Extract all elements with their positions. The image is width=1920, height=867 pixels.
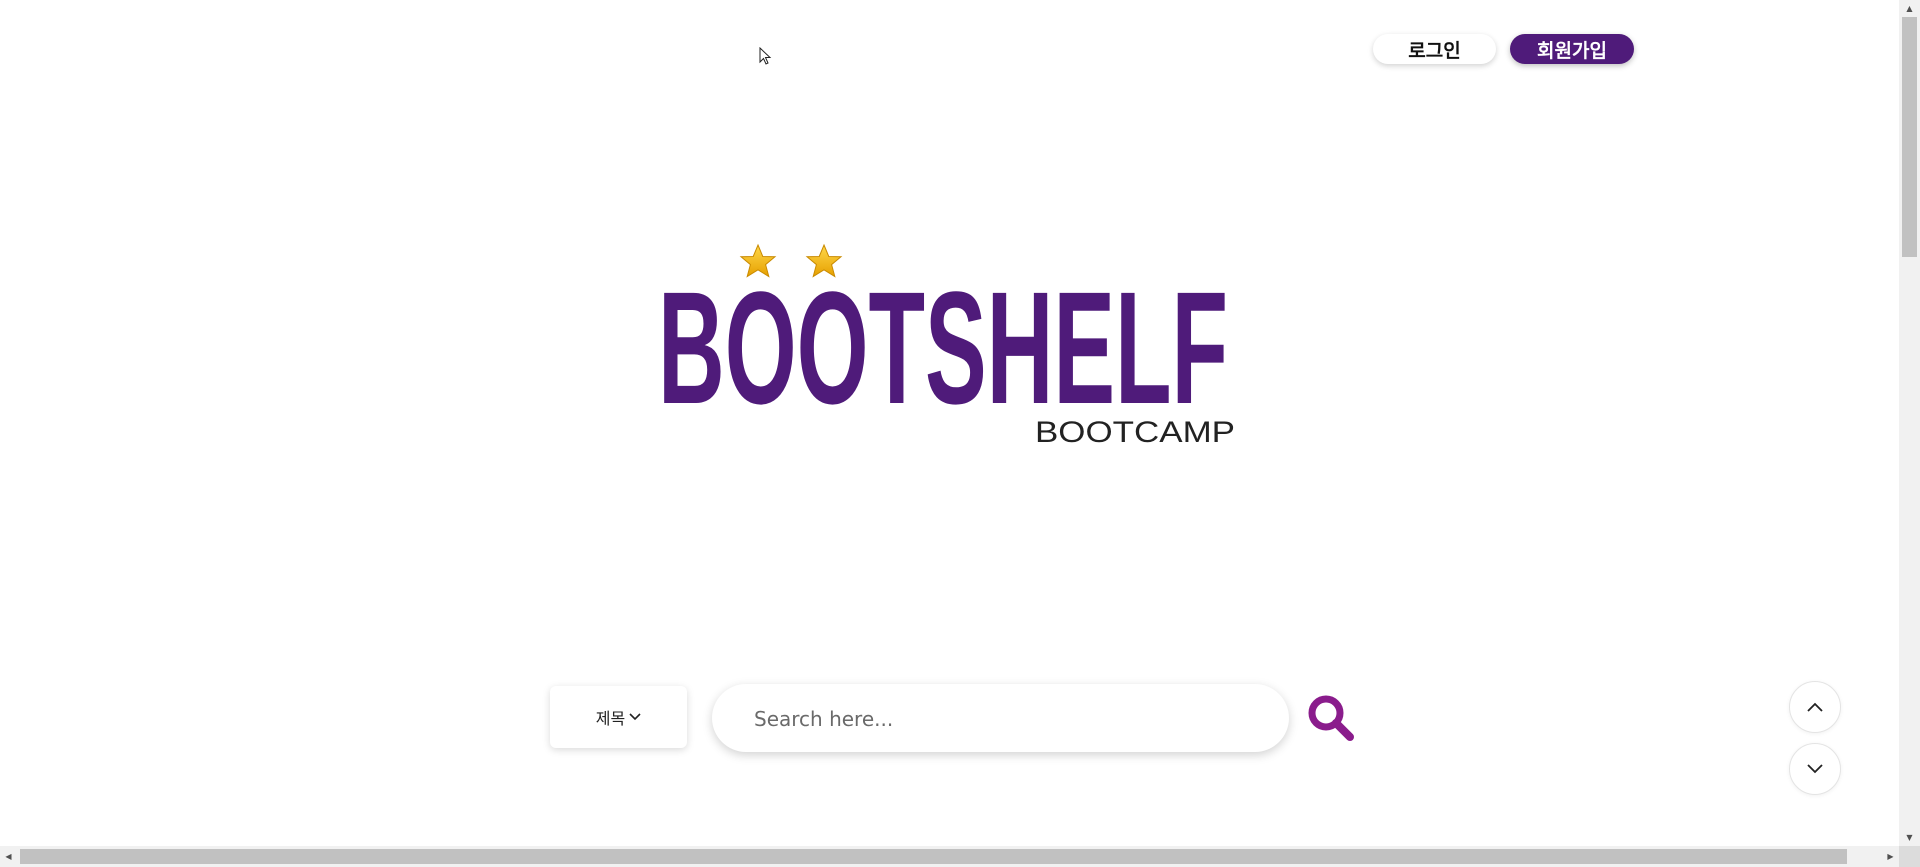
login-button[interactable]: 로그인 xyxy=(1373,34,1496,64)
scroll-down-button[interactable] xyxy=(1789,743,1841,795)
horizontal-scrollbar[interactable]: ◀ ▶ xyxy=(0,846,1899,867)
horizontal-scroll-thumb[interactable] xyxy=(20,849,1847,864)
search-icon[interactable] xyxy=(1306,693,1356,743)
logo-subtitle: BOOTCAMP xyxy=(1035,416,1235,449)
mouse-cursor-icon xyxy=(759,47,772,65)
page-viewport: 로그인 회원가입 BOOTSHELF BOOTCAMP 제목 xyxy=(0,0,1899,846)
scrollbar-corner xyxy=(1899,846,1920,867)
chevron-down-icon xyxy=(629,713,641,721)
search-input[interactable] xyxy=(752,684,1266,754)
search-box xyxy=(712,684,1289,754)
search-type-dropdown[interactable]: 제목 xyxy=(550,686,687,748)
scroll-arrow-left-icon[interactable]: ◀ xyxy=(0,846,17,867)
signup-button[interactable]: 회원가입 xyxy=(1510,34,1634,64)
scroll-arrow-down-icon[interactable]: ▼ xyxy=(1899,829,1920,846)
chevron-down-icon xyxy=(1807,764,1823,774)
scroll-up-button[interactable] xyxy=(1789,681,1841,733)
scroll-arrow-up-icon[interactable]: ▲ xyxy=(1899,0,1920,17)
search-type-label: 제목 xyxy=(595,709,626,728)
logo-title: BOOTSHELF xyxy=(658,258,1228,437)
vertical-scroll-thumb[interactable] xyxy=(1902,17,1917,257)
chevron-up-icon xyxy=(1807,702,1823,712)
bootshelf-logo: BOOTSHELF BOOTCAMP xyxy=(658,243,1235,449)
scroll-arrow-right-icon[interactable]: ▶ xyxy=(1882,846,1899,867)
vertical-scrollbar[interactable]: ▲ ▼ xyxy=(1899,0,1920,846)
